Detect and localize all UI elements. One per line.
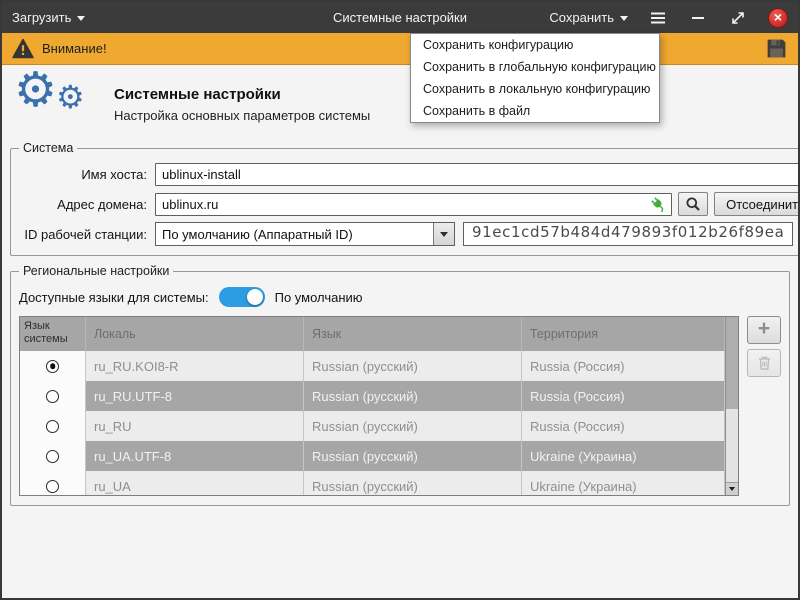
hostname-input[interactable]	[155, 163, 800, 186]
select-arrow	[433, 223, 454, 245]
scroll-down-button[interactable]	[726, 482, 738, 495]
cell-language: Russian (русский)	[304, 411, 522, 441]
row-radio[interactable]	[46, 360, 59, 373]
column-header-territory[interactable]: Территория	[522, 317, 725, 351]
row-radio[interactable]	[46, 450, 59, 463]
cell-locale: ru_UA	[86, 471, 304, 496]
save-dropdown-menu: Сохранить конфигурацию Сохранить в глоба…	[410, 33, 660, 123]
table-body: ru_RU.KOI8-R Russian (русский) Russia (Р…	[20, 351, 725, 496]
column-header-locale[interactable]: Локаль	[86, 317, 304, 351]
station-id-selected-option: По умолчанию (Аппаратный ID)	[156, 227, 433, 242]
save-menu-button[interactable]: Сохранить	[549, 10, 628, 25]
table-header: Язык системы Локаль Язык Территория	[20, 317, 725, 351]
locales-table: Язык системы Локаль Язык Территория ru_R…	[19, 316, 739, 496]
row-radio[interactable]	[46, 420, 59, 433]
station-id-select[interactable]: По умолчанию (Аппаратный ID)	[155, 222, 455, 246]
save-menu-label: Сохранить	[549, 10, 614, 25]
warning-bar: Внимание!	[2, 33, 798, 65]
app-window: Загрузить Системные настройки Сохранить …	[0, 0, 800, 600]
cell-language: Russian (русский)	[304, 471, 522, 496]
chevron-down-icon	[77, 16, 85, 21]
scrollbar-thumb[interactable]	[726, 317, 738, 409]
warning-text: Внимание!	[42, 41, 107, 56]
cell-locale: ru_RU	[86, 411, 304, 441]
table-row[interactable]: ru_RU.UTF-8 Russian (русский) Russia (Ро…	[20, 381, 725, 411]
cell-territory: Ukraine (Украина)	[522, 441, 725, 471]
column-header-language[interactable]: Язык	[304, 317, 522, 351]
delete-locale-button[interactable]	[747, 349, 781, 377]
table-row[interactable]: ru_UA.UTF-8 Russian (русский) Ukraine (У…	[20, 441, 725, 471]
menu-item-save-to-file[interactable]: Сохранить в файл	[411, 100, 659, 122]
hamburger-icon	[649, 9, 667, 27]
minimize-button[interactable]	[688, 8, 708, 28]
page-subtitle: Настройка основных параметров системы	[114, 108, 370, 123]
chevron-down-icon	[729, 487, 735, 491]
available-languages-label: Доступные языки для системы:	[19, 290, 209, 305]
cell-locale: ru_RU.UTF-8	[86, 381, 304, 411]
system-group: Система Имя хоста: Адрес домена:	[10, 141, 800, 256]
load-menu-label: Загрузить	[12, 10, 71, 25]
table-scrollbar[interactable]	[725, 317, 738, 495]
load-menu-button[interactable]: Загрузить	[12, 10, 85, 25]
hostname-label: Имя хоста:	[19, 167, 147, 182]
gear-icon: ⚙	[56, 81, 85, 113]
station-id-label: ID рабочей станции:	[19, 227, 147, 242]
row-radio[interactable]	[46, 390, 59, 403]
cell-locale: ru_UA.UTF-8	[86, 441, 304, 471]
warning-icon	[12, 38, 34, 59]
row-radio[interactable]	[46, 480, 59, 493]
chevron-down-icon	[440, 232, 448, 237]
page-title: Системные настройки	[114, 86, 370, 103]
regional-group-legend: Региональные настройки	[19, 264, 173, 278]
cell-language: Russian (русский)	[304, 351, 522, 381]
domain-search-button[interactable]	[678, 192, 708, 216]
table-row[interactable]: ru_RU Russian (русский) Russia (Россия)	[20, 411, 725, 441]
maximize-button[interactable]	[728, 8, 748, 28]
toggle-state-label: По умолчанию	[275, 290, 363, 305]
add-locale-button[interactable]: +	[747, 316, 781, 344]
floppy-icon	[765, 37, 788, 60]
cell-locale: ru_RU.KOI8-R	[86, 351, 304, 381]
cell-territory: Ukraine (Украина)	[522, 471, 725, 496]
trash-icon	[757, 355, 772, 371]
toggle-knob	[247, 289, 263, 305]
cell-language: Russian (русский)	[304, 381, 522, 411]
column-header-system-language[interactable]: Язык системы	[20, 317, 86, 351]
cell-territory: Russia (Россия)	[522, 411, 725, 441]
expand-icon	[730, 10, 746, 26]
titlebar: Загрузить Системные настройки Сохранить …	[2, 2, 798, 33]
menu-item-save-local-config[interactable]: Сохранить в локальную конфигурацию	[411, 78, 659, 100]
system-group-legend: Система	[19, 141, 77, 155]
menu-item-save-global-config[interactable]: Сохранить в глобальную конфигурацию	[411, 56, 659, 78]
languages-toggle[interactable]	[219, 287, 265, 307]
regional-group: Региональные настройки Доступные языки д…	[10, 264, 790, 506]
hamburger-menu-button[interactable]	[648, 8, 668, 28]
menu-item-save-config[interactable]: Сохранить конфигурацию	[411, 34, 659, 56]
cell-language: Russian (русский)	[304, 441, 522, 471]
disconnect-button[interactable]: Отсоединиться	[714, 192, 800, 216]
table-row[interactable]: ru_RU.KOI8-R Russian (русский) Russia (Р…	[20, 351, 725, 381]
table-row[interactable]: ru_UA Russian (русский) Ukraine (Украина…	[20, 471, 725, 496]
chevron-down-icon	[620, 16, 628, 21]
search-icon	[685, 196, 701, 212]
page-header: ⚙ ⚙ Системные настройки Настройка основн…	[2, 65, 798, 141]
cell-territory: Russia (Россия)	[522, 351, 725, 381]
cell-territory: Russia (Россия)	[522, 381, 725, 411]
domain-label: Адрес домена:	[19, 197, 147, 212]
domain-input[interactable]	[155, 193, 672, 216]
save-to-file-button[interactable]	[765, 37, 788, 60]
gear-icon: ⚙	[14, 67, 57, 115]
gears-icon: ⚙ ⚙	[14, 75, 98, 133]
close-button[interactable]: ×	[768, 8, 788, 28]
station-id-value-field[interactable]: 91ec1cd57b484d479893f012b26f89ea	[463, 222, 793, 246]
minimize-icon	[690, 10, 706, 26]
